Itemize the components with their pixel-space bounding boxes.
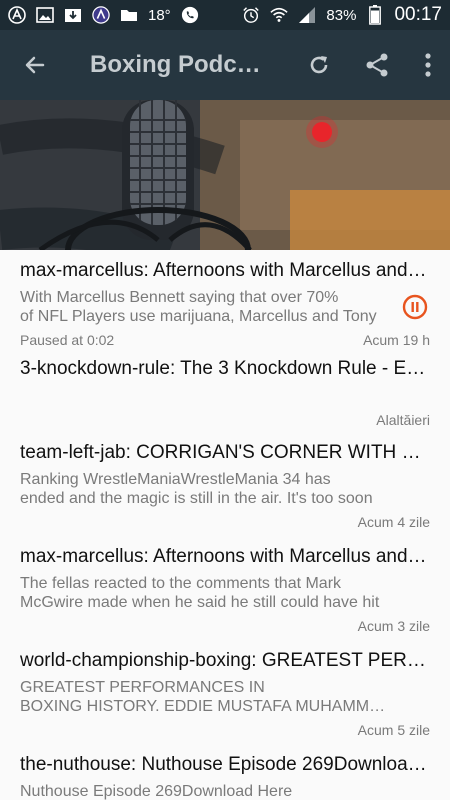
battery-percent: 83%	[326, 6, 357, 24]
phone-icon	[181, 6, 199, 24]
episode-date: Acum 4 zile	[357, 514, 430, 530]
status-app-icon	[8, 6, 26, 24]
back-button[interactable]	[0, 30, 70, 100]
status-bar: 18° 83% 00:17	[0, 0, 450, 30]
pause-button[interactable]	[402, 294, 428, 320]
alarm-icon	[242, 6, 260, 24]
episode-title: max-marcellus: Afternoons with Marcellus…	[20, 546, 430, 567]
more-options-button[interactable]	[406, 30, 450, 100]
episode-date: Acum 3 zile	[357, 618, 430, 634]
clock-time: 00:17	[394, 4, 442, 25]
app-a-icon	[92, 6, 110, 24]
episode-item[interactable]: the-nuthouse: Nuthouse Episode 269Downlo…	[0, 744, 450, 800]
episode-item[interactable]: max-marcellus: Afternoons with Marcellus…	[0, 250, 450, 348]
page-title: Boxing Podcasts	[90, 51, 270, 78]
share-button[interactable]	[348, 30, 406, 100]
episode-description: The fellas reacted to the comments that …	[20, 575, 380, 611]
image-icon	[36, 6, 54, 24]
episode-description: Nuthouse Episode 269Download Here	[20, 783, 293, 800]
refresh-button[interactable]	[290, 30, 348, 100]
episode-item[interactable]: world-championship-boxing: GREATEST PERF…	[0, 640, 450, 744]
refresh-icon	[310, 56, 328, 74]
episode-item[interactable]: team-left-jab: CORRIGAN'S CORNER WITH JO…	[0, 432, 450, 536]
download-icon	[64, 6, 82, 24]
episode-title: 3-knockdown-rule: The 3 Knockdown Rule -…	[20, 358, 430, 379]
episode-date: Alaltăieri	[376, 412, 430, 428]
episode-date: Acum 5 zile	[357, 722, 430, 738]
back-arrow-icon	[25, 56, 45, 74]
episode-item[interactable]: 3-knockdown-rule: The 3 Knockdown Rule -…	[0, 348, 450, 432]
episode-list: max-marcellus: Afternoons with Marcellus…	[0, 250, 450, 800]
folder-icon	[120, 6, 138, 24]
battery-icon	[366, 5, 384, 25]
more-vert-icon	[425, 53, 431, 77]
wifi-icon	[270, 6, 289, 24]
share-icon	[366, 53, 388, 77]
episode-description: With Marcellus Bennett saying that over …	[20, 289, 377, 325]
episode-title: max-marcellus: Afternoons with Marcellus…	[20, 260, 430, 281]
temperature-text: 18°	[148, 6, 171, 24]
episode-date: Acum 19 h	[363, 332, 430, 348]
episode-status: Paused at 0:02	[20, 332, 115, 348]
pause-circle-icon	[402, 294, 428, 320]
episode-title: world-championship-boxing: GREATEST PERF…	[20, 650, 430, 671]
episode-description: GREATEST PERFORMANCES IN BOXING HISTORY.…	[20, 679, 390, 715]
app-toolbar: Boxing Podcasts	[0, 30, 450, 100]
episode-title: the-nuthouse: Nuthouse Episode 269Downlo…	[20, 754, 430, 775]
episode-title: team-left-jab: CORRIGAN'S CORNER WITH JO…	[20, 442, 430, 463]
episode-item[interactable]: max-marcellus: Afternoons with Marcellus…	[0, 536, 450, 640]
podcast-cover-image	[0, 100, 450, 250]
episode-description: Ranking WrestleManiaWrestleMania 34 has …	[20, 471, 373, 507]
signal-icon	[298, 6, 316, 24]
